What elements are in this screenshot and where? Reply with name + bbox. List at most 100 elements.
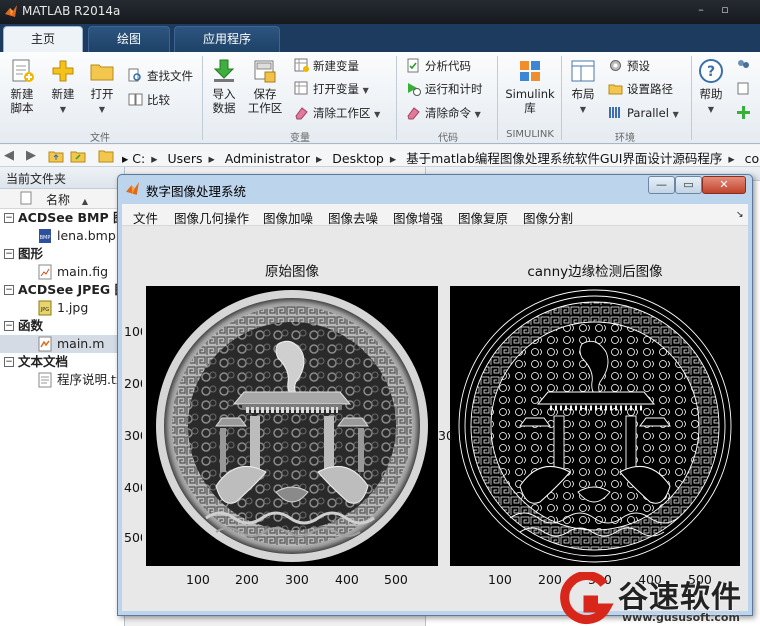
breadcrumb-item[interactable]: Desktop [332,151,384,166]
group-row-function[interactable]: − 函数 [0,317,124,335]
back-icon[interactable]: ◀ [4,148,14,163]
environment-group-label: 环境 [615,133,635,144]
new-variable-button[interactable]: 新建变量 [294,56,359,76]
compare-button[interactable]: 比较 [128,90,170,110]
save-workspace-button[interactable]: 保存 工作区 [246,58,284,115]
open-dropdown-icon[interactable]: ▼ [99,105,105,114]
help-button[interactable]: ? 帮助 ▼ [695,58,727,117]
file-name: lena.bmp [57,228,116,243]
analyze-code-button[interactable]: 分析代码 [406,56,471,76]
folder-icon [90,64,114,81]
figure-menubar: 文件 图像几何操作 图像加噪 图像去噪 图像增强 图像复原 图像分割 ↘ [122,204,748,226]
group-label: 文本文档 [18,354,69,369]
new-script-button[interactable]: 新建 脚本 [5,58,39,115]
file-name: main.m [57,336,105,351]
figure-minimize-button[interactable]: — [648,176,675,194]
group-row-figure[interactable]: − 图形 [0,245,124,263]
parallel-button[interactable]: Parallel ▼ [608,103,679,123]
name-column-header[interactable]: 名称 ▲ [0,189,124,209]
file-row-readme[interactable]: 程序说明.tx [0,371,124,389]
new-button[interactable]: 新建 ▼ [46,58,80,117]
file-row-lena-bmp[interactable]: BMP lena.bmp [0,227,124,245]
open-variable-label: 打开变量 [313,82,359,96]
file-name: main.fig [57,264,109,279]
sort-icon[interactable]: ▲ [82,197,88,206]
file-header-icon [20,191,32,205]
menu-add-noise[interactable]: 图像加噪 [263,208,313,227]
breadcrumb-item[interactable]: Users [167,151,202,166]
current-folder-title: 当前文件夹 [0,167,124,189]
community-icon[interactable] [736,56,755,76]
breadcrumb-item[interactable]: 基于matlab编程图像处理系统软件GUI界面设计源码程序 [406,151,722,166]
figure-close-button[interactable]: ✕ [702,176,746,194]
collapse-icon[interactable]: − [4,285,14,295]
tab-plots[interactable]: 绘图 [88,26,170,52]
minimize-icon[interactable]: – [690,3,712,19]
maximize-icon[interactable]: ▫ [714,3,736,19]
add-ons-icon[interactable] [736,103,755,123]
clear-workspace-dropdown-icon[interactable]: ▼ [374,110,380,119]
clear-commands-dropdown-icon[interactable]: ▼ [475,110,481,119]
clear-commands-button[interactable]: 清除命令 ▼ [406,103,481,123]
run-and-time-button[interactable]: 运行和计时 [406,79,483,99]
layout-dropdown-icon[interactable]: ▼ [580,105,586,114]
group-label: ACDSee JPEG 图 [18,282,124,297]
breadcrumb-item[interactable]: code [745,151,760,166]
breadcrumb-item[interactable]: Administrator [225,151,310,166]
help-dropdown-icon[interactable]: ▼ [708,105,714,114]
collapse-icon[interactable]: − [4,213,14,223]
open-button[interactable]: 打开 ▼ [87,58,117,117]
simulink-library-button[interactable]: Simulink 库 [502,58,558,115]
parallel-label: Parallel [627,106,669,120]
watermark-url: www.gususoft.com [622,611,740,624]
menu-geometry[interactable]: 图像几何操作 [174,208,249,227]
right-xtick-label: 100 [488,572,512,587]
import-data-button[interactable]: 导入 数据 [207,58,241,115]
run-and-time-label: 运行和计时 [425,82,483,96]
set-path-button[interactable]: 设置路径 [608,79,673,99]
new-dropdown-icon[interactable]: ▼ [60,105,66,114]
file-row-1-jpg[interactable]: JPG 1.jpg [0,299,124,317]
group-label: ACDSee BMP 图 [18,210,124,225]
import-data-label: 导入 数据 [212,87,236,115]
preferences-button[interactable]: 预设 [608,56,650,76]
tab-apps[interactable]: 应用程序 [174,26,280,52]
layout-button[interactable]: 布局 ▼ [566,58,600,117]
breadcrumb-separator: ▸ [389,151,397,166]
open-variable-button[interactable]: 打开变量 ▼ [294,79,369,99]
breadcrumb-item[interactable]: C: [132,151,145,166]
browse-folder-icon[interactable] [70,148,86,163]
up-folder-icon[interactable] [48,148,64,163]
collapse-icon[interactable]: − [4,357,14,367]
group-row-jpeg[interactable]: − ACDSee JPEG 图 [0,281,124,299]
menu-file[interactable]: 文件 [133,208,158,227]
menu-denoise[interactable]: 图像去噪 [328,208,378,227]
open-label: 打开 [90,87,114,101]
menu-segment[interactable]: 图像分割 [523,208,573,227]
request-support-icon[interactable] [736,79,755,99]
toolbar-toggle-icon[interactable]: ↘ [736,210,744,220]
collapse-icon[interactable]: − [4,321,14,331]
find-files-button[interactable]: 查找文件 [128,66,193,86]
menu-restore[interactable]: 图像复原 [458,208,508,227]
new-script-icon [12,59,34,82]
ribbon-separator [561,56,562,140]
file-row-main-m[interactable]: main.m [0,335,124,353]
group-row-bmp[interactable]: − ACDSee BMP 图 [0,209,124,227]
file-row-main-fig[interactable]: main.fig [0,263,124,281]
clear-commands-label: 清除命令 [425,106,471,120]
left-xtick-label: 200 [235,572,259,587]
txt-file-icon [38,372,52,388]
menu-enhance[interactable]: 图像增强 [393,208,443,227]
clear-workspace-button[interactable]: 清除工作区 ▼ [294,103,380,123]
group-row-text[interactable]: − 文本文档 [0,353,124,371]
minimize-icon: — [656,178,667,191]
simulink-group-label: SIMULINK [506,129,554,140]
close-icon: ✕ [719,178,729,191]
parallel-dropdown-icon[interactable]: ▼ [673,110,679,119]
forward-icon[interactable]: ▶ [26,148,36,163]
collapse-icon[interactable]: − [4,249,14,259]
figure-maximize-button[interactable]: ▭ [675,176,702,194]
open-variable-dropdown-icon[interactable]: ▼ [363,86,369,95]
tab-home[interactable]: 主页 [3,26,83,52]
